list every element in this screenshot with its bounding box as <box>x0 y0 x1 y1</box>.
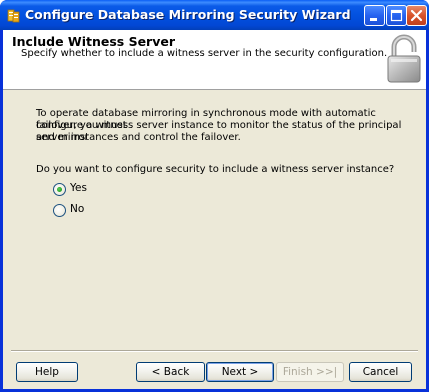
page-subtitle: Specify whether to include a witness ser… <box>21 48 388 59</box>
description-line-3: server instances and control the failove… <box>36 132 241 143</box>
lock-icon <box>387 34 421 83</box>
title-bar[interactable]: Configure Database Mirroring Security Wi… <box>0 0 429 30</box>
database-app-icon <box>7 9 20 23</box>
maximize-icon <box>390 9 403 22</box>
radio-no-label[interactable]: No <box>70 203 84 215</box>
witness-question: Do you want to configure security to inc… <box>36 164 395 175</box>
radio-yes-label[interactable]: Yes <box>70 182 87 194</box>
close-icon <box>410 9 423 22</box>
footer-separator <box>11 350 418 352</box>
help-button[interactable]: Help <box>16 362 78 382</box>
page-header: Include Witness Server Specify whether t… <box>3 30 426 90</box>
close-button[interactable] <box>406 5 427 26</box>
page-title: Include Witness Server <box>12 34 176 49</box>
radio-yes[interactable] <box>53 183 66 196</box>
next-button[interactable]: Next > <box>206 362 274 382</box>
cancel-button[interactable]: Cancel <box>349 362 412 382</box>
back-button[interactable]: < Back <box>136 362 205 382</box>
minimize-icon <box>370 18 377 21</box>
wizard-window: Configure Database Mirroring Security Wi… <box>0 0 429 392</box>
wizard-client-area: Include Witness Server Specify whether t… <box>3 30 426 389</box>
maximize-button[interactable] <box>386 5 407 26</box>
radio-selected-dot <box>57 187 62 192</box>
window-title: Configure Database Mirroring Security Wi… <box>25 7 351 22</box>
finish-button[interactable]: Finish >>| <box>276 362 344 382</box>
radio-no[interactable] <box>53 204 66 217</box>
minimize-button[interactable] <box>364 5 385 26</box>
